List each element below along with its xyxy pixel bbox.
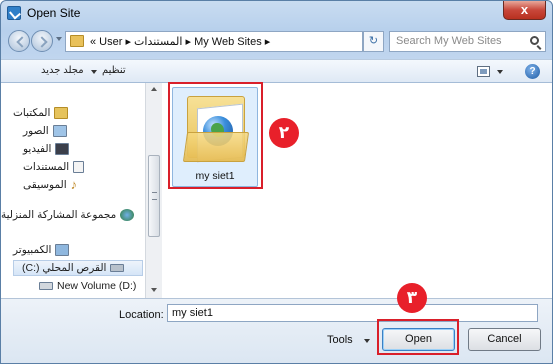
nav-item-label: الفيديو (23, 143, 52, 155)
title-bar: Open Site x (1, 1, 552, 25)
nav-item-new-volume-d[interactable]: New Volume (D:) (39, 278, 136, 294)
nav-item-label: المكتبات (13, 107, 51, 119)
chevron-down-icon[interactable] (364, 339, 370, 343)
nav-item-label: الكمبيوتر (13, 244, 52, 256)
step-marker-3: ٣ (397, 283, 427, 313)
open-button-highlight (377, 319, 459, 355)
homegroup-icon (120, 209, 135, 221)
nav-item-libraries[interactable]: المكتبات (13, 105, 69, 121)
nav-item-label: (C:) القرص المحلي (22, 262, 107, 274)
tools-button[interactable]: Tools (327, 334, 353, 346)
music-icon: ♪ (70, 177, 78, 192)
nav-item-music[interactable]: الموسيقى ♪ (23, 177, 85, 193)
address-row: « User ▸ المستندات ▸ My Web Sites ▸ ↻ Se… (1, 29, 552, 55)
scroll-down-icon[interactable] (151, 288, 157, 292)
search-placeholder: Search My Web Sites (396, 35, 502, 47)
folder-highlight (168, 82, 263, 189)
scroll-thumb[interactable] (148, 155, 160, 237)
nav-item-pictures[interactable]: الصور (23, 123, 67, 139)
nav-item-videos[interactable]: الفيديو (23, 141, 70, 157)
view-options-icon[interactable] (477, 66, 490, 77)
scroll-up-icon[interactable] (151, 87, 157, 91)
folder-icon (70, 35, 84, 47)
app-icon (7, 6, 21, 20)
nav-item-label: المستندات (23, 161, 70, 173)
dialog-footer: Location: my siet1 Tools Open Cancel (1, 298, 552, 363)
open-site-dialog: Open Site x « User ▸ المستندات ▸ My Web … (0, 0, 553, 364)
documents-icon (73, 161, 85, 173)
pictures-icon (52, 125, 67, 137)
drive-icon (39, 282, 53, 290)
close-button[interactable]: x (503, 1, 546, 20)
nav-item-label: New Volume (D:) (57, 280, 137, 292)
nav-item-documents[interactable]: المستندات (23, 159, 85, 175)
organize-button[interactable]: تنظيم (102, 65, 126, 76)
chevron-down-icon[interactable] (497, 70, 503, 74)
location-label: Location: (119, 309, 164, 321)
grip-icon (152, 192, 157, 200)
nav-item-label: الموسيقى (23, 179, 67, 191)
nav-item-computer[interactable]: الكمبيوتر (13, 242, 70, 258)
forward-button[interactable] (31, 30, 53, 52)
search-icon[interactable] (530, 36, 539, 45)
chevron-down-icon (91, 70, 97, 74)
command-toolbar: مجلد جديد تنظيم ? (1, 59, 552, 83)
nav-item-homegroup[interactable]: مجموعة المشاركة المنزلية (1, 207, 135, 223)
local-disk-icon (110, 264, 125, 272)
back-button[interactable] (8, 30, 30, 52)
search-input[interactable]: Search My Web Sites (389, 31, 546, 52)
help-icon[interactable]: ? (525, 64, 540, 79)
breadcrumb[interactable]: « User ▸ المستندات ▸ My Web Sites ▸ (90, 35, 270, 48)
address-bar[interactable]: « User ▸ المستندات ▸ My Web Sites ▸ (65, 31, 418, 52)
location-field[interactable]: my siet1 (167, 304, 538, 322)
step-marker-2: ٢ (269, 118, 299, 148)
navigation-scrollbar[interactable] (145, 83, 162, 298)
navigation-pane: المكتبات الصور الفيديو المستندات الموسيق… (1, 83, 145, 298)
new-folder-button[interactable]: مجلد جديد (41, 65, 84, 76)
window-title: Open Site (27, 6, 81, 20)
videos-icon (55, 143, 70, 155)
nav-item-label: الصور (23, 125, 49, 137)
recent-pages-dropdown[interactable] (56, 37, 62, 41)
cancel-button[interactable]: Cancel (468, 328, 541, 351)
libraries-icon (54, 107, 69, 119)
nav-item-local-disk-c[interactable]: (C:) القرص المحلي (13, 260, 143, 276)
computer-icon (55, 244, 70, 256)
refresh-button[interactable]: ↻ (363, 31, 384, 52)
nav-item-label: مجموعة المشاركة المنزلية (1, 209, 117, 221)
